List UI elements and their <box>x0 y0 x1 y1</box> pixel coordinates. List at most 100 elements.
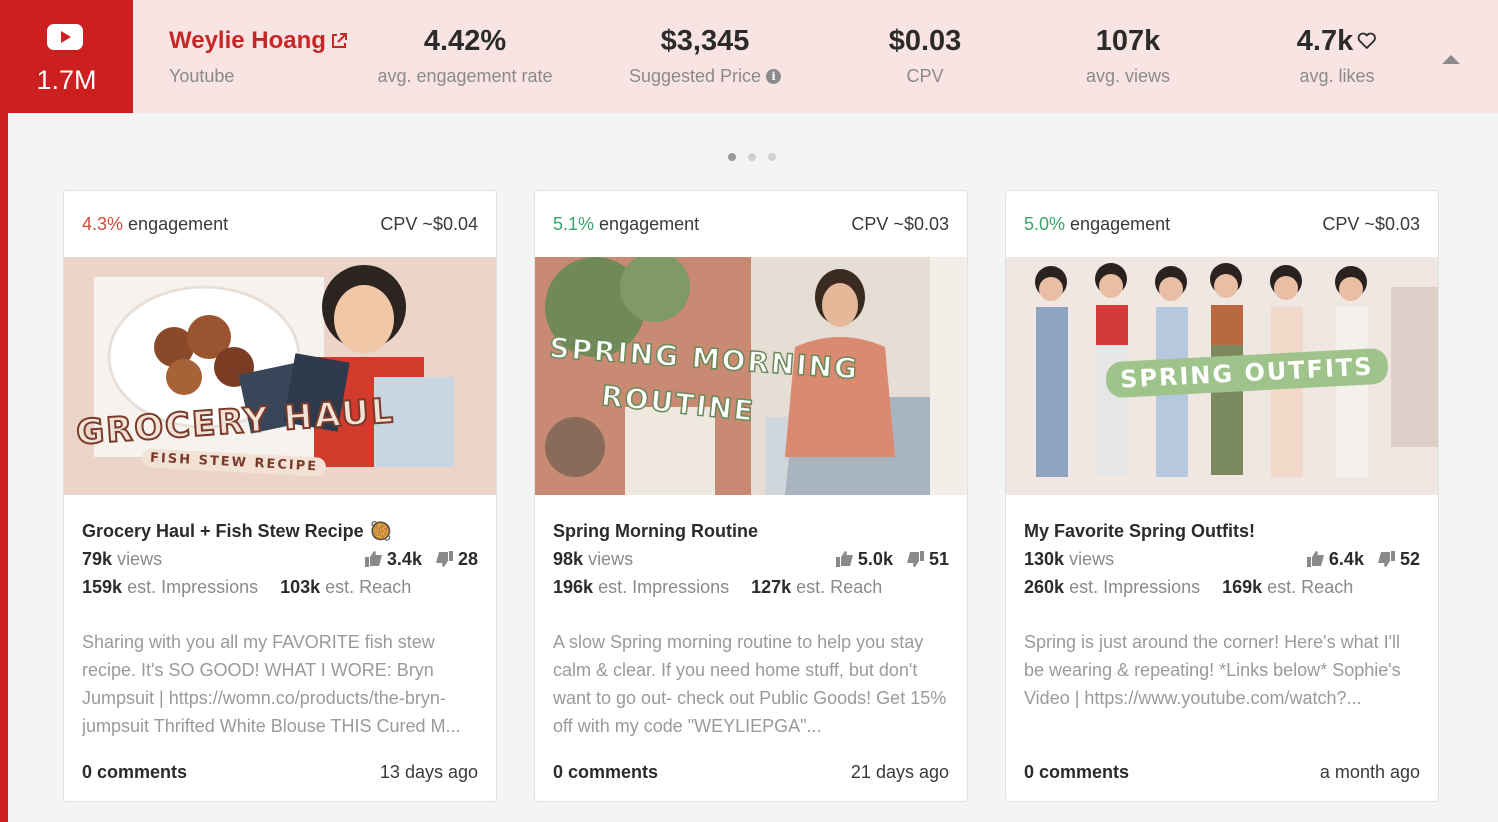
video-card[interactable]: 5.1% engagement CPV ~$0.03 SPRING MORNIN… <box>534 190 968 802</box>
stat-value: $0.03 <box>888 25 962 57</box>
video-title-wrap[interactable]: Spring Morning Routine <box>553 517 949 545</box>
stat-value: 107k <box>1095 25 1161 57</box>
external-link-icon <box>331 33 347 48</box>
engagement-label: engagement <box>1070 213 1171 234</box>
reach-count: 103k <box>280 576 321 597</box>
views-count: 98k <box>553 548 584 569</box>
reach-label: est. Reach <box>325 576 412 597</box>
carousel-pagination <box>728 153 776 161</box>
card-header: 4.3% engagement CPV ~$0.04 <box>64 191 496 257</box>
cpv-estimate: CPV ~$0.03 <box>851 213 949 234</box>
card-header: 5.0% engagement CPV ~$0.03 <box>1006 191 1438 257</box>
dislikes-count: 28 <box>457 548 478 569</box>
impressions: 260k est. Impressions <box>1024 577 1200 598</box>
stat-engagement-rate: 4.42% avg. engagement rate <box>377 24 552 87</box>
stat-label: Suggested Price <box>628 66 762 86</box>
stat-label: avg. views <box>1085 66 1171 86</box>
thumbs-down-icon <box>907 551 924 567</box>
collapse-caret-icon[interactable] <box>1442 55 1460 64</box>
reach: 103k est. Reach <box>280 577 411 598</box>
views-count: 130k <box>1024 548 1065 569</box>
views-row: 98k views 5.0k 51 <box>553 545 949 573</box>
impressions-row: 260k est. Impressions 169k est. Reach <box>1024 573 1420 601</box>
video-thumbnail[interactable]: SPRING OUTFITS <box>1006 257 1438 495</box>
card-footer: 0 comments a month ago <box>1024 762 1420 783</box>
stat-label-wrap: Suggested Price i <box>628 66 782 87</box>
dislikes-group: 52 <box>1378 549 1420 570</box>
views-wrap: 98k views <box>553 549 633 570</box>
stat-avg-views: 107k avg. views <box>1086 24 1170 87</box>
creator-name: Weylie Hoang <box>169 27 326 54</box>
engagement-value: 5.1% <box>553 213 595 234</box>
post-age: a month ago <box>1319 762 1420 782</box>
views-label: views <box>588 548 634 569</box>
engagement-label: engagement <box>599 213 700 234</box>
video-thumbnail[interactable]: SPRING MORNING ROUTINE <box>535 257 967 495</box>
views-wrap: 79k views <box>82 549 162 570</box>
cpv-estimate: CPV ~$0.03 <box>1322 213 1420 234</box>
video-card[interactable]: 4.3% engagement CPV ~$0.04 GROCERY HAUL … <box>63 190 497 802</box>
impressions-count: 196k <box>553 576 594 597</box>
video-thumbnail[interactable]: GROCERY HAUL FISH STEW RECIPE <box>64 257 496 495</box>
carousel-dot[interactable] <box>728 153 736 161</box>
video-card[interactable]: 5.0% engagement CPV ~$0.03 SPRING OUTFIT… <box>1005 190 1439 802</box>
stat-value: 4.42% <box>423 25 507 57</box>
video-title-wrap[interactable]: Grocery Haul + Fish Stew Recipe 🥘 <box>82 517 478 545</box>
video-title: Spring Morning Routine <box>553 520 758 541</box>
youtube-icon <box>47 24 83 50</box>
post-age: 13 days ago <box>379 762 478 782</box>
stat-avg-likes: 4.7k avg. likes <box>1297 24 1377 87</box>
card-body: Spring Morning Routine 98k views 5.0k 51… <box>535 495 967 740</box>
likes-group: 6.4k <box>1306 549 1364 570</box>
card-footer: 0 comments 21 days ago <box>553 762 949 783</box>
views-label: views <box>1069 548 1115 569</box>
stat-value: 4.7k <box>1296 25 1354 57</box>
thumbs-up-icon <box>835 551 853 567</box>
info-icon[interactable]: i <box>766 69 782 84</box>
video-title: My Favorite Spring Outfits! <box>1024 520 1256 541</box>
engagement-info: 5.0% engagement <box>1024 214 1170 235</box>
views-count: 79k <box>82 548 113 569</box>
creator-header: 1.7M Weylie Hoang Youtube 4.42% avg. eng… <box>0 0 1498 113</box>
engagement-value: 4.3% <box>82 213 124 234</box>
video-description: Spring is just around the corner! Here's… <box>1024 632 1401 708</box>
video-description: Sharing with you all my FAVORITE fish st… <box>82 632 461 736</box>
impressions: 159k est. Impressions <box>82 577 258 598</box>
dislikes-group: 51 <box>907 549 949 570</box>
youtube-badge: 1.7M <box>0 0 133 113</box>
video-title: Grocery Haul + Fish Stew Recipe <box>82 520 364 541</box>
engagement-value: 5.0% <box>1024 213 1066 234</box>
views-row: 130k views 6.4k 52 <box>1024 545 1420 573</box>
comments-count[interactable]: 0 comments <box>1024 762 1129 783</box>
likes-count: 5.0k <box>857 548 893 569</box>
video-title-wrap[interactable]: My Favorite Spring Outfits! <box>1024 517 1420 545</box>
reach-label: est. Reach <box>796 576 883 597</box>
impressions-row: 196k est. Impressions 127k est. Reach <box>553 573 949 601</box>
card-body: My Favorite Spring Outfits! 130k views 6… <box>1006 495 1438 740</box>
likes-count: 3.4k <box>386 548 422 569</box>
impressions-count: 260k <box>1024 576 1065 597</box>
card-body: Grocery Haul + Fish Stew Recipe 🥘 79k vi… <box>64 495 496 740</box>
thumbs-up-icon <box>1306 551 1324 567</box>
impressions: 196k est. Impressions <box>553 577 729 598</box>
cpv-estimate: CPV ~$0.04 <box>380 213 478 234</box>
comments-count[interactable]: 0 comments <box>82 762 187 783</box>
impressions-count: 159k <box>82 576 123 597</box>
carousel-dot[interactable] <box>768 153 776 161</box>
stat-suggested-price: $3,345 Suggested Price i <box>628 24 782 87</box>
comments-count[interactable]: 0 comments <box>553 762 658 783</box>
heart-icon <box>1358 32 1377 49</box>
thumbs-down-icon <box>1378 551 1395 567</box>
reach: 169k est. Reach <box>1222 577 1353 598</box>
creator-name-link[interactable]: Weylie Hoang <box>169 27 348 55</box>
card-footer: 0 comments 13 days ago <box>82 762 478 783</box>
reach-label: est. Reach <box>1267 576 1354 597</box>
reach-count: 127k <box>751 576 792 597</box>
stew-emoji-icon: 🥘 <box>369 520 393 541</box>
stat-label: avg. engagement rate <box>377 66 553 86</box>
reach-count: 169k <box>1222 576 1263 597</box>
impressions-label: est. Impressions <box>127 576 259 597</box>
engagement-label: engagement <box>128 213 229 234</box>
reactions: 5.0k 51 <box>835 548 949 570</box>
carousel-dot[interactable] <box>748 153 756 161</box>
